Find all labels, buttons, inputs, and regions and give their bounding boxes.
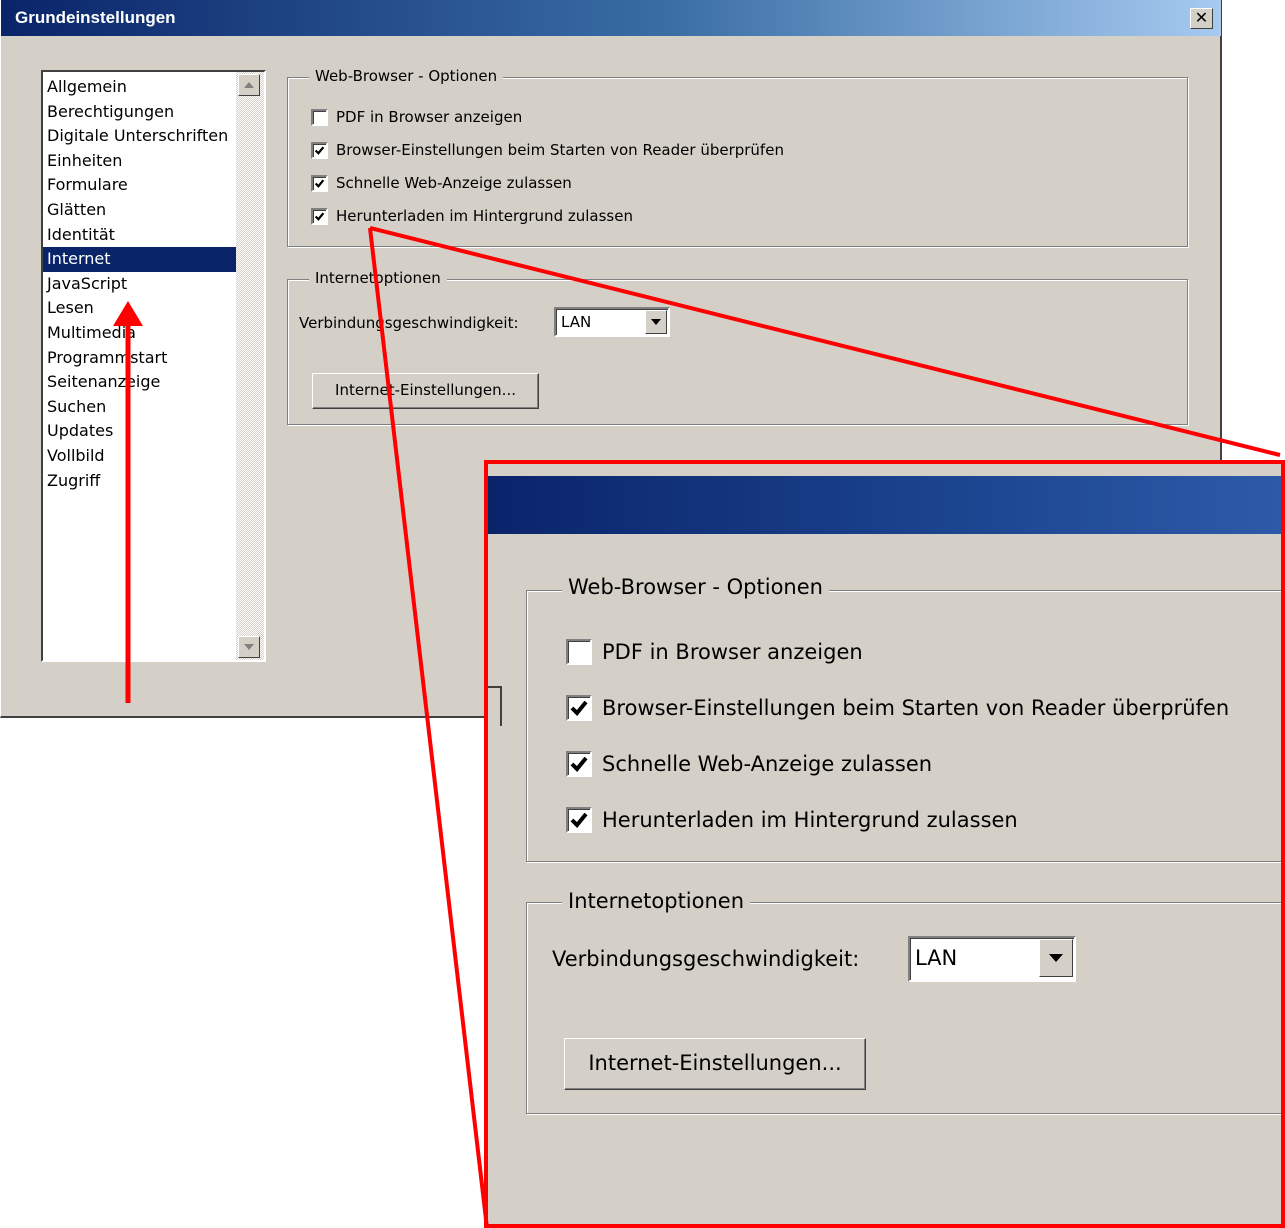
category-item-multimedia[interactable]: Multimedia bbox=[43, 321, 237, 346]
window-title: Grundeinstellungen bbox=[15, 8, 176, 27]
option-row-1[interactable]: Browser-Einstellungen beim Starten von R… bbox=[566, 695, 1229, 721]
zoom-title-bar bbox=[488, 476, 1281, 534]
option-row-3[interactable]: Herunterladen im Hintergrund zulassen bbox=[311, 207, 633, 225]
zoom-internet-settings-button[interactable]: Internet-Einstellungen... bbox=[564, 1038, 866, 1090]
internet-settings-button[interactable]: Internet-Einstellungen... bbox=[312, 373, 539, 409]
chevron-down-icon bbox=[651, 319, 661, 325]
option-label-2: Schnelle Web-Anzeige zulassen bbox=[336, 174, 572, 192]
zoom-connection-speed-select[interactable]: LAN bbox=[908, 936, 1076, 982]
category-item-suchen[interactable]: Suchen bbox=[43, 395, 237, 420]
category-item-javascript[interactable]: JavaScript bbox=[43, 272, 237, 297]
category-item-updates[interactable]: Updates bbox=[43, 419, 237, 444]
category-item-allgemein[interactable]: Allgemein bbox=[43, 75, 237, 100]
category-item-identität[interactable]: Identität bbox=[43, 223, 237, 248]
option-label-3: Herunterladen im Hintergrund zulassen bbox=[602, 808, 1018, 832]
list-scrollbar[interactable] bbox=[236, 72, 264, 660]
zoom-connection-speed-label: Verbindungsgeschwindigkeit: bbox=[552, 947, 860, 971]
option-row-3[interactable]: Herunterladen im Hintergrund zulassen bbox=[566, 807, 1018, 833]
connection-speed-label: Verbindungsgeschwindigkeit: bbox=[299, 314, 519, 332]
scroll-up-arrow-icon bbox=[244, 82, 254, 88]
category-item-glätten[interactable]: Glätten bbox=[43, 198, 237, 223]
internet-options-legend: Internetoptionen bbox=[309, 269, 447, 287]
category-item-internet[interactable]: Internet bbox=[43, 247, 237, 272]
option-checkbox-2[interactable] bbox=[311, 174, 328, 192]
title-bar[interactable]: Grundeinstellungen ✕ bbox=[1, 0, 1221, 36]
checkmark-icon bbox=[570, 756, 588, 772]
option-row-0[interactable]: PDF in Browser anzeigen bbox=[311, 108, 522, 126]
scroll-up-button[interactable] bbox=[238, 74, 260, 96]
category-item-vollbild[interactable]: Vollbild bbox=[43, 444, 237, 469]
web-browser-options-legend: Web-Browser - Optionen bbox=[309, 67, 504, 85]
chevron-down-icon bbox=[1049, 954, 1063, 962]
scroll-down-button[interactable] bbox=[238, 636, 260, 658]
connection-speed-value: LAN bbox=[561, 313, 592, 331]
option-row-2[interactable]: Schnelle Web-Anzeige zulassen bbox=[311, 174, 572, 192]
option-row-0[interactable]: PDF in Browser anzeigen bbox=[566, 639, 863, 665]
category-item-seitenanzeige[interactable]: Seitenanzeige bbox=[43, 370, 237, 395]
close-button[interactable]: ✕ bbox=[1190, 8, 1213, 29]
zoom-connection-speed-dropdown-button[interactable] bbox=[1039, 939, 1073, 977]
close-icon: ✕ bbox=[1194, 8, 1209, 27]
zoom-callout: Web-Browser - Optionen Internetoptionen … bbox=[484, 460, 1285, 1228]
checkmark-icon bbox=[314, 179, 325, 188]
option-label-0: PDF in Browser anzeigen bbox=[336, 108, 523, 126]
option-checkbox-1[interactable] bbox=[566, 695, 592, 721]
connection-speed-dropdown-button[interactable] bbox=[645, 310, 667, 334]
option-checkbox-0[interactable] bbox=[566, 639, 592, 665]
category-item-einheiten[interactable]: Einheiten bbox=[43, 149, 237, 174]
zoom-internet-options-legend: Internetoptionen bbox=[562, 889, 751, 913]
category-item-formulare[interactable]: Formulare bbox=[43, 173, 237, 198]
option-label-1: Browser-Einstellungen beim Starten von R… bbox=[602, 696, 1230, 720]
option-checkbox-3[interactable] bbox=[566, 807, 592, 833]
category-item-berechtigungen[interactable]: Berechtigungen bbox=[43, 100, 237, 125]
category-item-lesen[interactable]: Lesen bbox=[43, 296, 237, 321]
option-row-2[interactable]: Schnelle Web-Anzeige zulassen bbox=[566, 751, 932, 777]
option-row-1[interactable]: Browser-Einstellungen beim Starten von R… bbox=[311, 141, 784, 159]
category-item-zugriff[interactable]: Zugriff bbox=[43, 469, 237, 494]
checkmark-icon bbox=[314, 212, 325, 221]
category-item-programmstart[interactable]: Programmstart bbox=[43, 346, 237, 371]
option-checkbox-1[interactable] bbox=[311, 141, 328, 159]
zoom-list-edge bbox=[488, 686, 502, 726]
category-list[interactable]: Allgemein Berechtigungen Digitale Untersch… bbox=[41, 70, 266, 662]
option-label-1: Browser-Einstellungen beim Starten von R… bbox=[336, 141, 784, 159]
checkmark-icon bbox=[570, 700, 588, 716]
connection-speed-select[interactable]: LAN bbox=[554, 307, 670, 337]
option-checkbox-0[interactable] bbox=[311, 108, 328, 126]
checkmark-icon bbox=[570, 812, 588, 828]
checkmark-icon bbox=[314, 146, 325, 155]
option-checkbox-3[interactable] bbox=[311, 207, 328, 225]
option-label-3: Herunterladen im Hintergrund zulassen bbox=[336, 207, 633, 225]
zoom-connection-speed-value: LAN bbox=[915, 946, 958, 970]
option-label-2: Schnelle Web-Anzeige zulassen bbox=[602, 752, 933, 776]
scroll-down-arrow-icon bbox=[244, 644, 254, 650]
option-label-0: PDF in Browser anzeigen bbox=[602, 640, 863, 664]
zoom-web-browser-options-legend: Web-Browser - Optionen bbox=[562, 575, 829, 599]
option-checkbox-2[interactable] bbox=[566, 751, 592, 777]
category-item-digitale-unterschriften[interactable]: Digitale Unterschriften bbox=[43, 124, 237, 149]
category-items: Allgemein Berechtigungen Digitale Untersch… bbox=[43, 72, 237, 493]
